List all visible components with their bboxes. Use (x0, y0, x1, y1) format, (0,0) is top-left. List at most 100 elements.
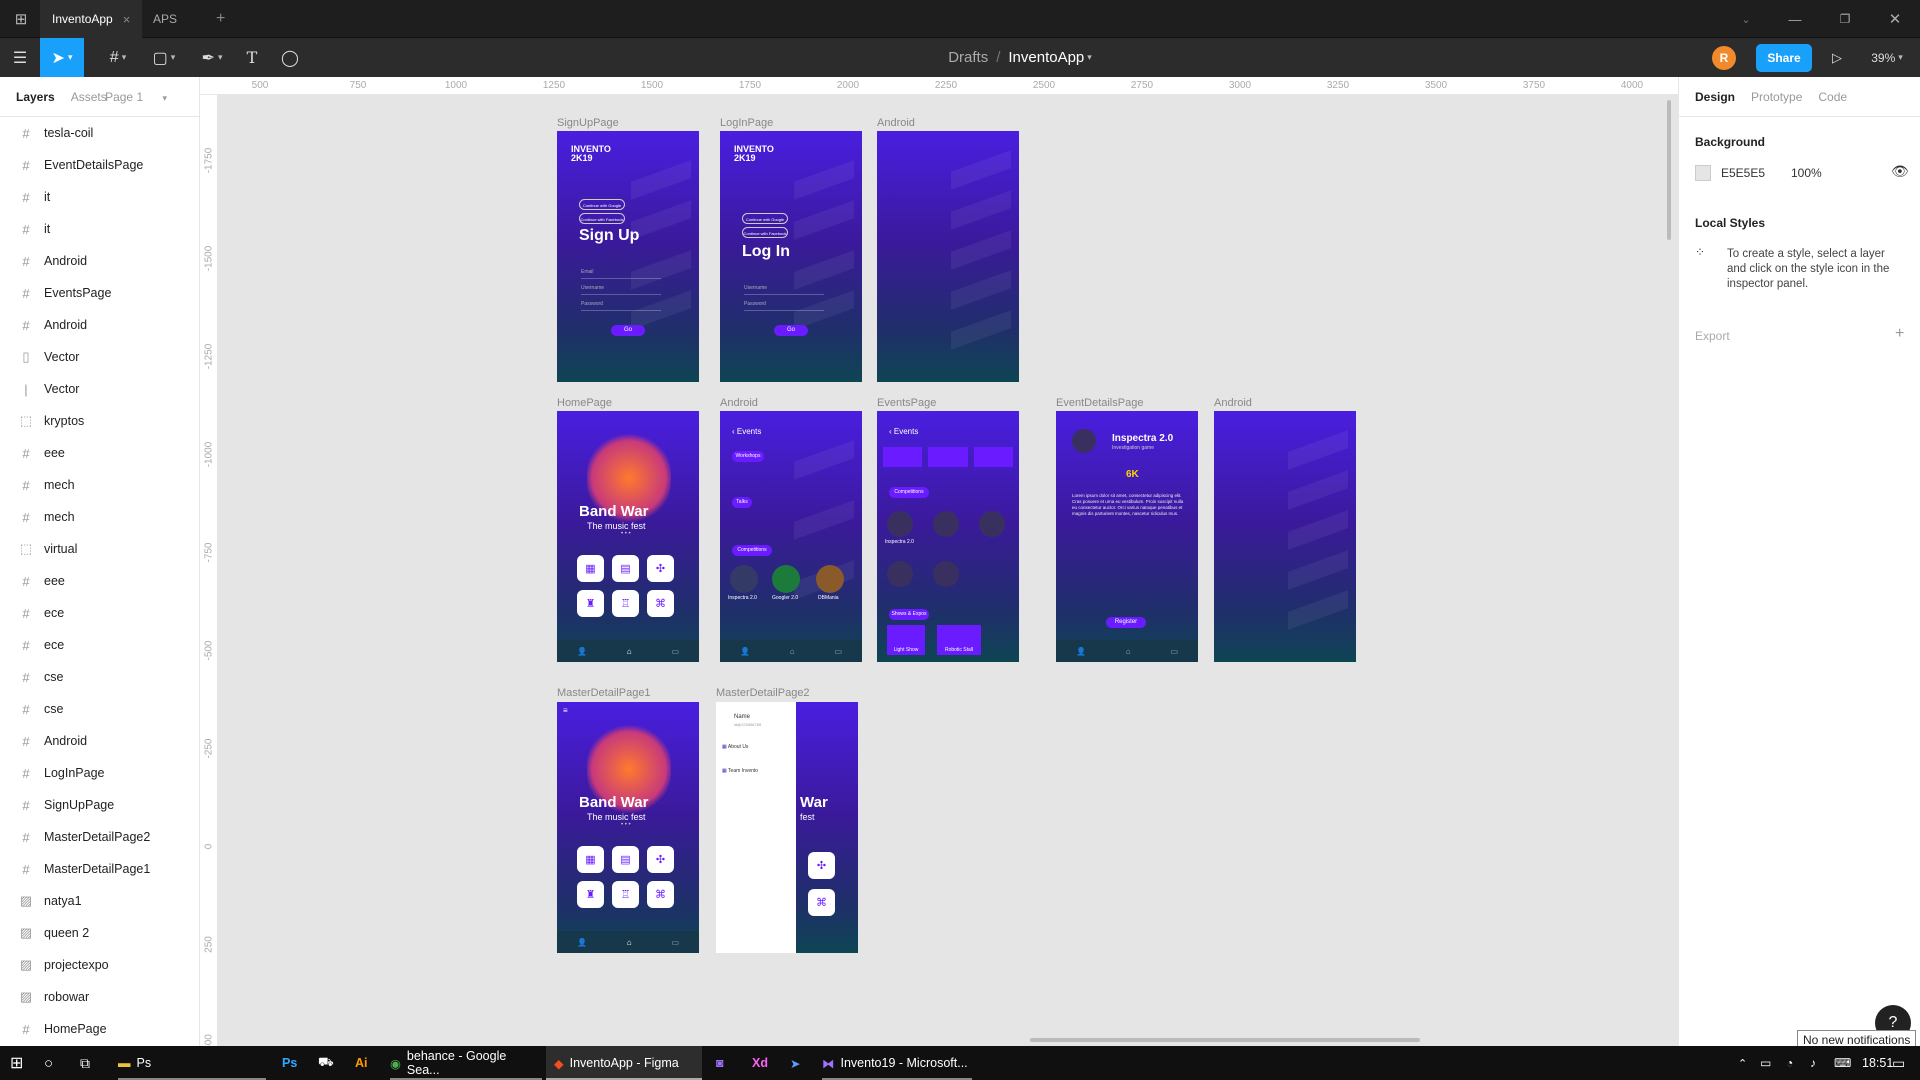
frame-label[interactable]: Android (720, 397, 758, 409)
tab-assets[interactable]: Assets (71, 90, 107, 104)
windows-start-icon[interactable]: ⊞ (10, 1046, 23, 1080)
taskbar-item-vs[interactable]: ⧓ Invento19 - Microsoft... (822, 1046, 972, 1080)
frame-label[interactable]: SignUpPage (557, 117, 619, 129)
frame-tool-icon[interactable]: # ▾ (98, 38, 138, 77)
network-app-icon[interactable]: ⛟ (318, 1046, 334, 1080)
layer-item[interactable]: # SignUpPage (0, 789, 199, 821)
layer-item[interactable]: ▨ queen 2 (0, 917, 199, 949)
layer-item[interactable]: # Android (0, 245, 199, 277)
share-button[interactable]: Share (1756, 38, 1812, 77)
eventdetails-frame[interactable]: Inspectra 2.0 Investigation game 6K Lore… (1056, 411, 1198, 662)
canvas[interactable]: SignUpPage INVENTO 2K19 Continue with Goo… (218, 95, 1678, 1046)
window-close-icon[interactable]: ✕ (1880, 0, 1910, 38)
illustrator-icon[interactable]: Ai (355, 1046, 368, 1080)
restore-icon[interactable]: ❐ (1830, 0, 1860, 38)
signup-frame[interactable]: INVENTO 2K19 Continue with Google Continu… (557, 131, 699, 382)
layer-item[interactable]: # LogInPage (0, 757, 199, 789)
layer-item[interactable]: # ece (0, 597, 199, 629)
volume-icon[interactable]: ♪ (1810, 1046, 1816, 1080)
network-icon[interactable]: ◔ (1786, 1046, 1793, 1080)
notification-center-icon[interactable]: ▭ (1892, 1046, 1905, 1080)
discord-icon[interactable]: ◙ (716, 1046, 724, 1080)
taskbar-item-explorer[interactable]: ▬ Ps (118, 1046, 151, 1080)
clock[interactable]: 18:51 (1862, 1046, 1893, 1080)
search-circle-icon[interactable]: ○ (44, 1046, 53, 1080)
taskbar-item-figma[interactable]: ◆ InventoApp - Figma (546, 1046, 702, 1080)
photoshop-icon[interactable]: Ps (282, 1046, 297, 1080)
eye-icon[interactable]: 👁 (1891, 163, 1909, 180)
layer-item[interactable]: # cse (0, 661, 199, 693)
tab-inventoapp[interactable]: InventoApp × (40, 0, 143, 38)
layer-item[interactable]: | Vector (0, 373, 199, 405)
close-icon[interactable]: × (123, 12, 131, 27)
layer-item[interactable]: # EventDetailsPage (0, 149, 199, 181)
vertical-scrollbar[interactable] (1667, 100, 1671, 240)
layer-item[interactable]: # Android (0, 309, 199, 341)
chevron-down-icon[interactable]: ▾ (1087, 52, 1092, 63)
layer-item[interactable]: # mech (0, 501, 199, 533)
layer-item[interactable]: # ece (0, 629, 199, 661)
frame-label[interactable]: EventsPage (877, 397, 936, 409)
tab-design[interactable]: Design (1695, 90, 1735, 104)
layer-item[interactable]: # Android (0, 725, 199, 757)
tray-chevron-icon[interactable]: ⌃ (1738, 1046, 1747, 1080)
layer-item[interactable]: # MasterDetailPage1 (0, 853, 199, 885)
bg-hex-input[interactable]: E5E5E5 (1721, 166, 1765, 180)
file-name[interactable]: InventoApp (1008, 49, 1084, 66)
comment-tool-icon[interactable]: ◯ (276, 38, 304, 77)
bg-opacity-input[interactable]: 100% (1791, 166, 1822, 180)
task-view-icon[interactable]: ⧉ (80, 1046, 90, 1080)
eventspage-frame[interactable]: ‹ Events Competitions Inspectra 2.0 Show… (877, 411, 1019, 662)
layer-item[interactable]: ▯ Vector (0, 341, 199, 373)
pen-tool-icon[interactable]: ✒ ▾ (192, 38, 232, 77)
horizontal-scrollbar[interactable] (1030, 1038, 1420, 1042)
layer-item[interactable]: # eee (0, 437, 199, 469)
add-export-icon[interactable]: + (1895, 325, 1904, 343)
frame-label[interactable]: MasterDetailPage1 (557, 687, 651, 699)
layer-item[interactable]: # mech (0, 469, 199, 501)
layer-item[interactable]: # EventsPage (0, 277, 199, 309)
android-frame[interactable] (1214, 411, 1356, 662)
add-tab-icon[interactable]: + (204, 0, 237, 38)
layer-item[interactable]: # tesla-coil (0, 117, 199, 149)
layer-item[interactable]: # cse (0, 693, 199, 725)
zoom-dropdown[interactable]: 39% ▾ (1862, 38, 1912, 77)
text-tool-icon[interactable]: T (238, 38, 266, 77)
page-selector[interactable]: Page 1 ▾ (105, 90, 183, 104)
arrow-app-icon[interactable]: ➤ (790, 1046, 800, 1080)
tab-aps[interactable]: APS (141, 0, 189, 38)
shape-tool-icon[interactable]: ▢ ▾ (144, 38, 184, 77)
color-swatch[interactable] (1695, 165, 1711, 181)
layer-item[interactable]: # it (0, 213, 199, 245)
frame-label[interactable]: MasterDetailPage2 (716, 687, 810, 699)
layer-item[interactable]: # eee (0, 565, 199, 597)
android-events-frame[interactable]: ‹ Events Workshops Talks Competitions In… (720, 411, 862, 662)
tab-prototype[interactable]: Prototype (1751, 90, 1802, 104)
homepage-frame[interactable]: Band War The music fest • • • ▦ ▤ ✣ ♜ ♖ ⌘ 👤 ⌂… (557, 411, 699, 662)
frame-label[interactable]: Android (1214, 397, 1252, 409)
taskbar-item-chrome[interactable]: ◉ behance - Google Sea... (390, 1046, 542, 1080)
masterdetail2-frame[interactable]: War fest Name id@123456789 ▦ About Us ▦ … (716, 702, 858, 953)
layer-item[interactable]: # HomePage (0, 1013, 199, 1045)
tab-layers[interactable]: Layers (16, 90, 55, 104)
present-play-icon[interactable]: ▷ (1824, 38, 1850, 77)
layer-item[interactable]: ▨ robowar (0, 981, 199, 1013)
layer-item[interactable]: ⬚ kryptos (0, 405, 199, 437)
chevron-down-icon[interactable]: ⌄ (1734, 0, 1758, 38)
layer-item[interactable]: # it (0, 181, 199, 213)
avatar[interactable]: R (1712, 38, 1736, 77)
tab-code[interactable]: Code (1818, 90, 1847, 104)
frame-label[interactable]: HomePage (557, 397, 612, 409)
battery-icon[interactable]: ▭ (1760, 1046, 1771, 1080)
xd-icon[interactable]: Xd (752, 1046, 768, 1080)
hamburger-menu-icon[interactable]: ☰ (6, 38, 34, 77)
masterdetail1-frame[interactable]: ≡ Band War The music fest • • • ▦ ▤ ✣ ♜ ♖ ⌘ … (557, 702, 699, 953)
login-frame[interactable]: INVENTO 2K19 Continue with Google Continu… (720, 131, 862, 382)
figma-menu-icon[interactable]: ⊞ (6, 0, 36, 38)
layer-item[interactable]: ⬚ virtual (0, 533, 199, 565)
layer-item[interactable]: # MasterDetailPage2 (0, 821, 199, 853)
language-icon[interactable]: ⌨ (1834, 1046, 1851, 1080)
breadcrumb-drafts[interactable]: Drafts (948, 49, 988, 66)
layer-item[interactable]: ▨ projectexpo (0, 949, 199, 981)
move-tool-icon[interactable]: ➤ ▾ (40, 38, 84, 77)
